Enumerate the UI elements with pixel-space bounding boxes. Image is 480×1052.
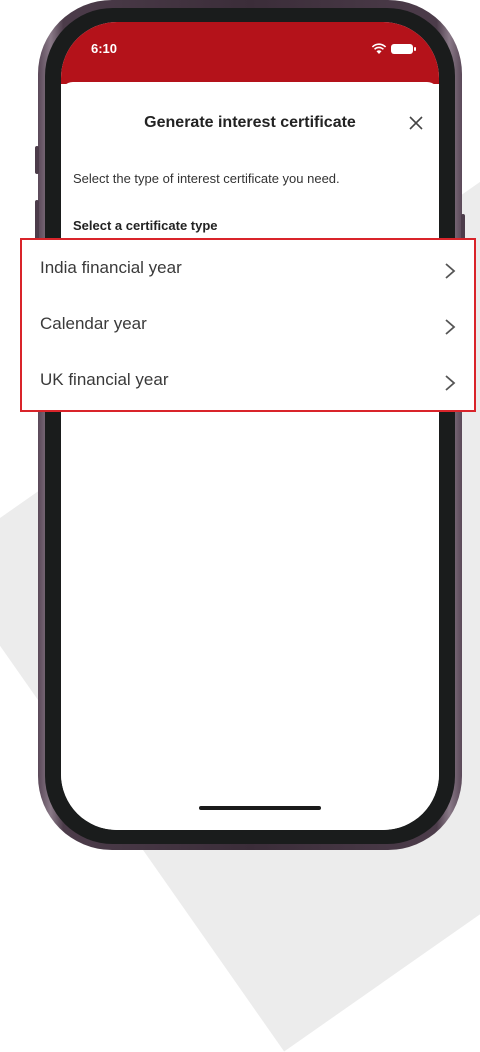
option-calendar-year[interactable]: Calendar year xyxy=(22,298,474,356)
option-label: Calendar year xyxy=(40,314,147,333)
sheet-title: Generate interest certificate xyxy=(144,114,356,131)
option-uk-financial-year[interactable]: UK financial year xyxy=(22,354,474,412)
certificate-type-options: India financial year Calendar year UK fi… xyxy=(20,238,476,412)
close-icon xyxy=(409,116,423,130)
chevron-right-icon xyxy=(445,375,456,391)
bottom-sheet: Generate interest certificate Select the… xyxy=(61,82,439,830)
status-bar: 6:10 xyxy=(61,22,439,84)
status-icons xyxy=(367,42,417,56)
wifi-icon xyxy=(371,43,387,54)
battery-icon xyxy=(391,44,416,54)
chevron-right-icon xyxy=(445,263,456,279)
status-time: 6:10 xyxy=(91,41,118,56)
silent-switch xyxy=(35,146,39,174)
phone-screen: 6:10 Generate interest certificate Selec… xyxy=(61,22,439,830)
home-indicator xyxy=(199,806,321,810)
chevron-right-icon xyxy=(445,319,456,335)
section-label: Select a certificate type xyxy=(73,218,218,233)
option-india-financial-year[interactable]: India financial year xyxy=(22,242,474,300)
close-button[interactable] xyxy=(405,112,427,134)
option-label: UK financial year xyxy=(40,370,169,389)
option-label: India financial year xyxy=(40,258,182,277)
sheet-description: Select the type of interest certificate … xyxy=(73,171,340,186)
